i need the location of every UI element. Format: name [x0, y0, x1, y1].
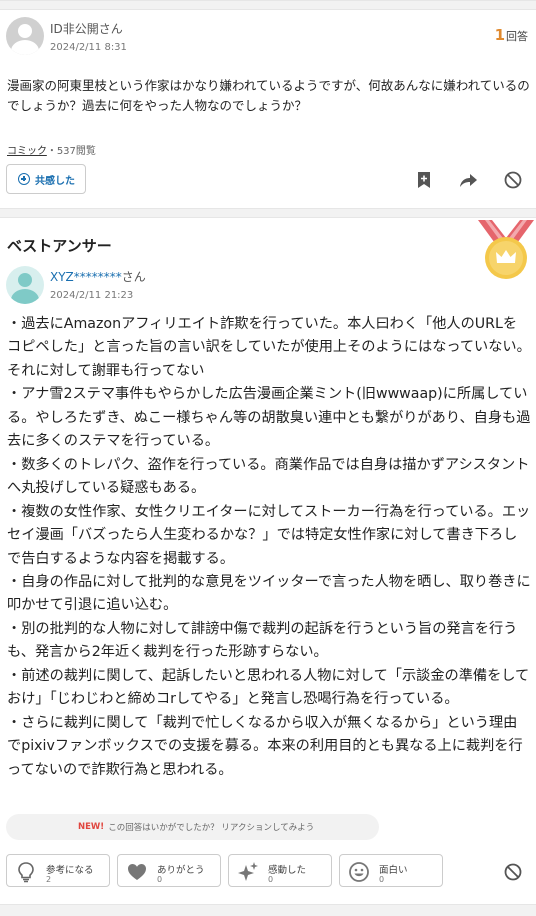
- reaction-label: 参考になる: [46, 865, 94, 876]
- answer-paragraph: ・別の批判的な人物に対して誹謗中傷で裁判の起訴を行うという旨の発言を行うも、発言…: [7, 620, 518, 661]
- questioner-id: ID非公開: [50, 22, 99, 36]
- sparkle-icon: [238, 862, 258, 881]
- reaction-prompt: NEW! この回答はいかがでしたか？ リアクションしてみよう: [6, 814, 379, 840]
- answer-count[interactable]: 1回答: [495, 26, 528, 44]
- best-answer-title: ベストアンサー: [7, 237, 112, 255]
- category-link[interactable]: コミック: [7, 146, 47, 157]
- block-icon[interactable]: [503, 170, 523, 190]
- answer-count-label: 回答: [506, 30, 528, 43]
- new-badge: NEW!: [78, 822, 105, 832]
- smile-icon: [349, 862, 369, 882]
- answer-paragraph: ・アナ雪2ステマ事件もやらかした広告漫画企業ミント(旧wwwaap)に所属してい…: [7, 386, 531, 450]
- block-icon[interactable]: [503, 862, 523, 882]
- reaction-count: 0: [157, 875, 163, 884]
- reaction-funny-button[interactable]: 面白い 0: [339, 854, 443, 887]
- answer-paragraph: ・複数の女性作家、女性クリエイターに対してストーカー行為を行っている。エッセイ漫…: [7, 503, 531, 567]
- plus-circle-icon: [18, 173, 30, 185]
- answerer-suffix: さん: [121, 270, 146, 284]
- section-divider: [0, 208, 536, 218]
- reaction-prompt-text: この回答はいかがでしたか？ リアクションしてみよう: [108, 823, 315, 833]
- answer-paragraph: ・前述の裁判に関して、起訴したいと思われる人物に対して「示談金の準備をしておけ」…: [7, 667, 530, 708]
- share-icon[interactable]: [458, 170, 478, 190]
- reaction-thanks-button[interactable]: ありがとう 0: [117, 854, 221, 887]
- questioner-name: ID非公開さん: [50, 20, 123, 37]
- answer-paragraph: ・自身の作品に対して批判的な意見をツイッターで言った人物を晒し、取り巻きに叩かせ…: [7, 573, 531, 614]
- reaction-label: 感動した: [268, 865, 307, 876]
- answer-paragraph: ・さらに裁判に関して「裁判で忙しくなるから収入が無くなるから」という理由でpix…: [7, 714, 523, 778]
- reaction-moved-button[interactable]: 感動した 0: [228, 854, 332, 887]
- empathy-button[interactable]: 共感した: [6, 164, 86, 194]
- reaction-label: 面白い: [379, 865, 408, 876]
- reaction-helpful-button[interactable]: 参考になる 2: [6, 854, 110, 887]
- answer-count-number: 1: [494, 26, 505, 44]
- bookmark-add-icon[interactable]: [414, 170, 434, 190]
- best-answer-crown-icon: [478, 220, 534, 279]
- reaction-count: 0: [268, 875, 274, 884]
- lightbulb-icon: [18, 862, 34, 883]
- top-divider: [0, 0, 536, 10]
- answer-paragraph: ・過去にAmazonアフィリエイト詐欺を行っていた。本人曰わく「他人のURLをコ…: [7, 316, 531, 379]
- questioner-suffix: さん: [98, 22, 123, 36]
- answerer-id[interactable]: XYZ********: [50, 270, 122, 284]
- questioner-avatar: [6, 17, 44, 55]
- answerer-avatar: [6, 266, 44, 304]
- heart-icon: [128, 864, 146, 880]
- reaction-label: ありがとう: [157, 865, 205, 876]
- reaction-count: 2: [46, 875, 52, 884]
- answer-paragraph: ・数多くのトレパク、盗作を行っている。商業作品では自身は描かずアシスタントへ丸投…: [7, 456, 530, 497]
- question-meta: コミック・537閲覧: [7, 146, 96, 157]
- reaction-count: 0: [379, 875, 385, 884]
- answer-date: 2024/2/11 21:23: [50, 290, 134, 301]
- empathy-label: 共感した: [35, 175, 75, 187]
- answerer-name: XYZ********さん: [50, 268, 146, 285]
- bottom-divider: [0, 904, 536, 916]
- question-date: 2024/2/11 8:31: [50, 42, 127, 53]
- question-body: 漫画家の阿東里枝という作家はかなり嫌われているようですが、何故あんなに嫌われてい…: [7, 78, 530, 113]
- view-count: 537閲覧: [56, 146, 96, 157]
- answer-body: ・過去にAmazonアフィリエイト詐欺を行っていた。本人曰わく「他人のURLをコ…: [7, 313, 531, 782]
